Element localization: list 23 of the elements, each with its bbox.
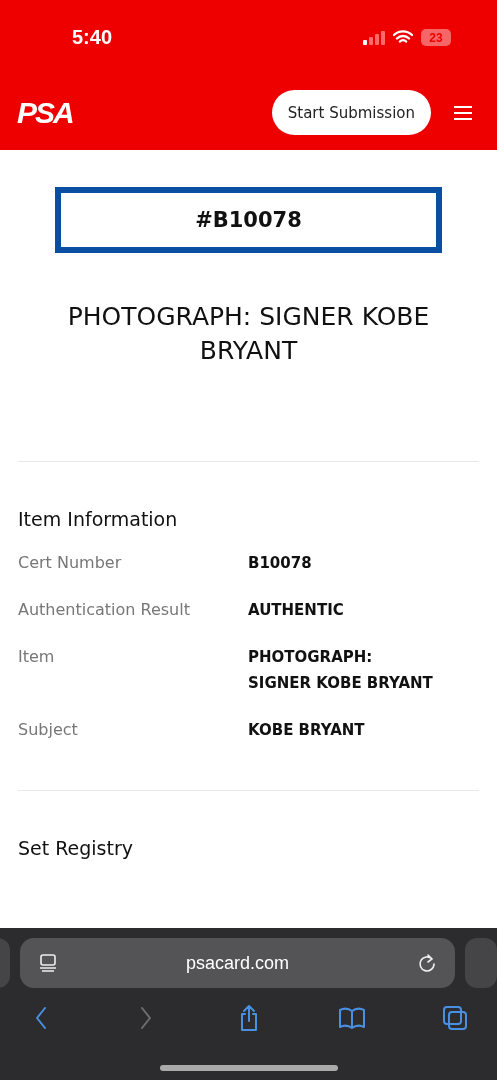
field-label: Item xyxy=(18,646,56,668)
field-value: KOBE BRYANT xyxy=(248,720,366,741)
field-value: AUTHENTIC xyxy=(248,600,345,621)
address-bar[interactable]: psacard.com xyxy=(20,938,455,988)
field-value: B10078 xyxy=(248,553,313,574)
reload-icon[interactable] xyxy=(417,953,437,973)
menu-icon[interactable] xyxy=(453,104,473,121)
field-label: Subject xyxy=(18,719,79,741)
section-heading: Item Information xyxy=(18,508,179,530)
item-title: PHOTOGRAPH: SIGNER KOBE BRYANT xyxy=(66,301,431,367)
page-menu-icon[interactable] xyxy=(38,953,58,973)
field-label: Authentication Result xyxy=(18,599,191,621)
url-text: psacard.com xyxy=(184,952,290,974)
wifi-icon xyxy=(393,30,413,45)
logo[interactable]: PSA xyxy=(17,95,73,130)
section-heading: Set Registry xyxy=(18,837,135,859)
field-value: PHOTOGRAPH: SIGNER KOBE BRYANT xyxy=(248,647,434,694)
battery-icon: 23 xyxy=(421,29,451,46)
clock: 5:40 xyxy=(72,26,113,49)
field-label: Cert Number xyxy=(18,552,123,574)
signal-icon xyxy=(363,30,385,45)
start-submission-button[interactable]: Start Submission xyxy=(271,90,431,135)
cert-number-banner: #B10078 xyxy=(55,187,442,253)
